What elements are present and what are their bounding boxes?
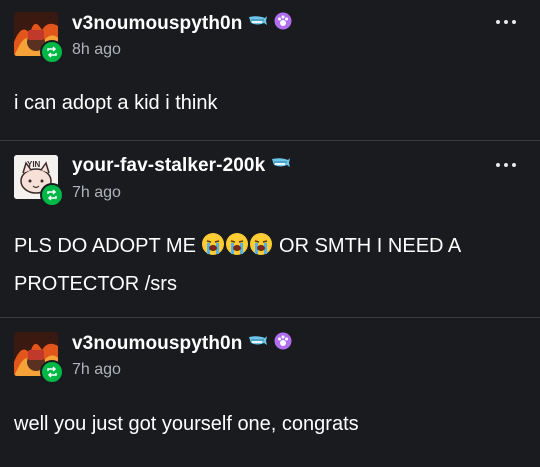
post-divider [0,317,540,318]
avatar[interactable]: YIN [14,155,64,207]
post-body-start: PLS DO ADOPT ME [14,235,202,257]
post-username[interactable]: v3noumouspyth0n [72,12,292,36]
avatar-caption: YIN [27,160,41,169]
post-timestamp: 7h ago [72,184,121,201]
avatar[interactable] [14,12,64,64]
reblog-post-2: YIN your-fav-stalker-200k 7h ago PLS DO … [0,143,540,317]
reblog-icon [40,183,64,207]
whale-badge-icon[interactable] [271,155,291,177]
post-body: well you just got yourself one, congrats [14,413,359,435]
reblog-icon [40,360,64,384]
more-options-icon[interactable] [496,163,516,167]
username-label: your-fav-stalker-200k [72,155,266,176]
paw-badge-icon[interactable] [274,332,292,356]
whale-badge-icon[interactable] [248,333,268,355]
paw-badge-icon[interactable] [274,12,292,36]
post-body: PLS DO ADOPT ME OR SMTH I NEED A PROTECT… [14,229,522,301]
post-username[interactable]: v3noumouspyth0n [72,332,292,356]
username-label: v3noumouspyth0n [72,13,243,34]
loudly-crying-face-icon [201,232,225,267]
post-timestamp: 7h ago [72,361,121,378]
loudly-crying-face-icon [225,232,249,267]
reblog-post-3: v3noumouspyth0n 7h ago well you just got… [0,320,540,467]
loudly-crying-face-icon [249,232,273,267]
username-label: v3noumouspyth0n [72,333,243,354]
reblog-icon [40,40,64,64]
avatar[interactable] [14,332,64,384]
more-options-icon[interactable] [496,20,516,24]
whale-badge-icon[interactable] [248,13,268,35]
reblog-post-1: v3noumouspyth0n 8h ago i can adopt a kid… [0,0,540,140]
post-body: i can adopt a kid i think [14,92,218,114]
post-divider [0,140,540,141]
post-timestamp: 8h ago [72,41,121,58]
post-username[interactable]: your-fav-stalker-200k [72,155,291,177]
